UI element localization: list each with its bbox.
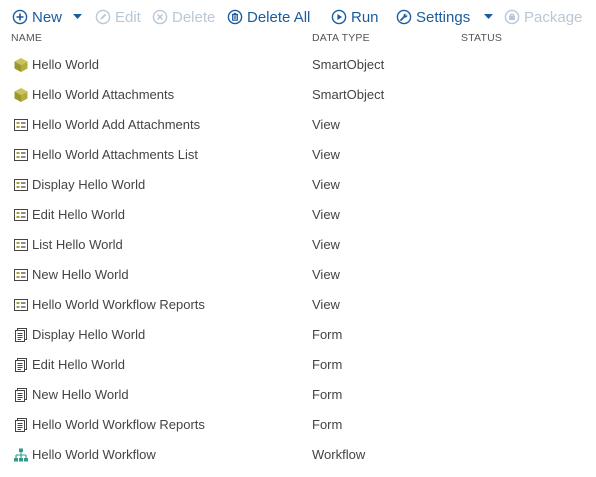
row-data-type: SmartObject [312, 57, 385, 72]
caret-down-icon [484, 14, 493, 19]
settings-button[interactable]: Settings [396, 7, 470, 27]
table-row[interactable]: List Hello World View [0, 230, 596, 260]
wrench-circle-icon [396, 9, 412, 25]
smartobject-icon [13, 57, 29, 73]
settings-dropdown-button[interactable] [484, 7, 493, 27]
delete-all-label: Delete All [247, 8, 311, 26]
form-icon [13, 387, 29, 403]
table-row[interactable]: Hello World Workflow Workflow [0, 440, 596, 470]
table-row[interactable]: Hello World Workflow Reports Form [0, 410, 596, 440]
row-name: Hello World Attachments List [32, 147, 198, 162]
workflow-icon [13, 447, 29, 463]
row-name: Edit Hello World [32, 207, 125, 222]
caret-down-icon [73, 14, 82, 19]
row-data-type: View [312, 177, 340, 192]
view-icon [13, 297, 29, 313]
table-row[interactable]: Edit Hello World Form [0, 350, 596, 380]
column-header-status[interactable]: STATUS [461, 32, 502, 44]
table-row[interactable]: New Hello World Form [0, 380, 596, 410]
row-name: New Hello World [32, 267, 129, 282]
column-header-data-type[interactable]: DATA TYPE [312, 32, 370, 44]
table-row[interactable]: Hello World Add Attachments View [0, 110, 596, 140]
row-name: Hello World Attachments [32, 87, 175, 102]
smartobject-icon [13, 87, 29, 103]
row-data-type: Form [312, 327, 343, 342]
row-name: Display Hello World [32, 327, 146, 342]
row-name: Display Hello World [32, 177, 146, 192]
row-name: New Hello World [32, 387, 129, 402]
row-data-type: View [312, 267, 340, 282]
x-circle-icon [152, 9, 168, 25]
row-name: List Hello World [32, 237, 123, 252]
row-data-type: Form [312, 417, 343, 432]
column-header-name[interactable]: NAME [11, 32, 42, 44]
new-label: New [32, 8, 63, 26]
row-name: Hello World Workflow Reports [32, 297, 205, 312]
new-button[interactable]: New [12, 7, 62, 27]
row-data-type: View [312, 237, 340, 252]
delete-all-button[interactable]: Delete All [227, 7, 310, 27]
form-icon [13, 327, 29, 343]
view-icon [13, 267, 29, 283]
view-icon [13, 117, 29, 133]
package-circle-icon [504, 9, 520, 25]
play-circle-icon [331, 9, 347, 25]
run-label: Run [351, 8, 379, 26]
view-icon [13, 237, 29, 253]
row-data-type: Workflow [312, 447, 366, 462]
row-data-type: View [312, 117, 340, 132]
table-row[interactable]: Hello World Attachments List View [0, 140, 596, 170]
plus-circle-icon [12, 9, 28, 25]
table-row[interactable]: New Hello World View [0, 260, 596, 290]
row-name: Edit Hello World [32, 357, 125, 372]
row-data-type: Form [312, 387, 343, 402]
delete-label: Delete [172, 8, 216, 26]
table-row[interactable]: Hello World Workflow Reports View [0, 290, 596, 320]
table-row[interactable]: Hello World Attachments SmartObject [0, 80, 596, 110]
row-data-type: View [312, 147, 340, 162]
row-data-type: Form [312, 357, 343, 372]
package-label: Package [524, 8, 583, 26]
row-name: Hello World Add Attachments [32, 117, 201, 132]
view-icon [13, 207, 29, 223]
row-name: Hello World [32, 57, 99, 72]
run-button[interactable]: Run [331, 7, 379, 27]
row-name: Hello World Workflow [32, 447, 156, 462]
row-data-type: View [312, 207, 340, 222]
row-name: Hello World Workflow Reports [32, 417, 205, 432]
view-icon [13, 147, 29, 163]
toolbar: New Edit Delete Delete All Run Settings … [0, 0, 596, 32]
new-dropdown-button[interactable] [73, 7, 82, 27]
table-row[interactable]: Edit Hello World View [0, 200, 596, 230]
edit-label: Edit [115, 8, 141, 26]
settings-label: Settings [416, 8, 471, 26]
table-row[interactable]: Display Hello World View [0, 170, 596, 200]
pencil-circle-icon [95, 9, 111, 25]
delete-button[interactable]: Delete [152, 7, 215, 27]
row-data-type: SmartObject [312, 87, 385, 102]
row-data-type: View [312, 297, 340, 312]
table-row[interactable]: Hello World SmartObject [0, 50, 596, 80]
package-button[interactable]: Package [504, 7, 582, 27]
form-icon [13, 417, 29, 433]
table-row[interactable]: Display Hello World Form [0, 320, 596, 350]
view-icon [13, 177, 29, 193]
edit-button[interactable]: Edit [95, 7, 141, 27]
trash-circle-icon [227, 9, 243, 25]
form-icon [13, 357, 29, 373]
